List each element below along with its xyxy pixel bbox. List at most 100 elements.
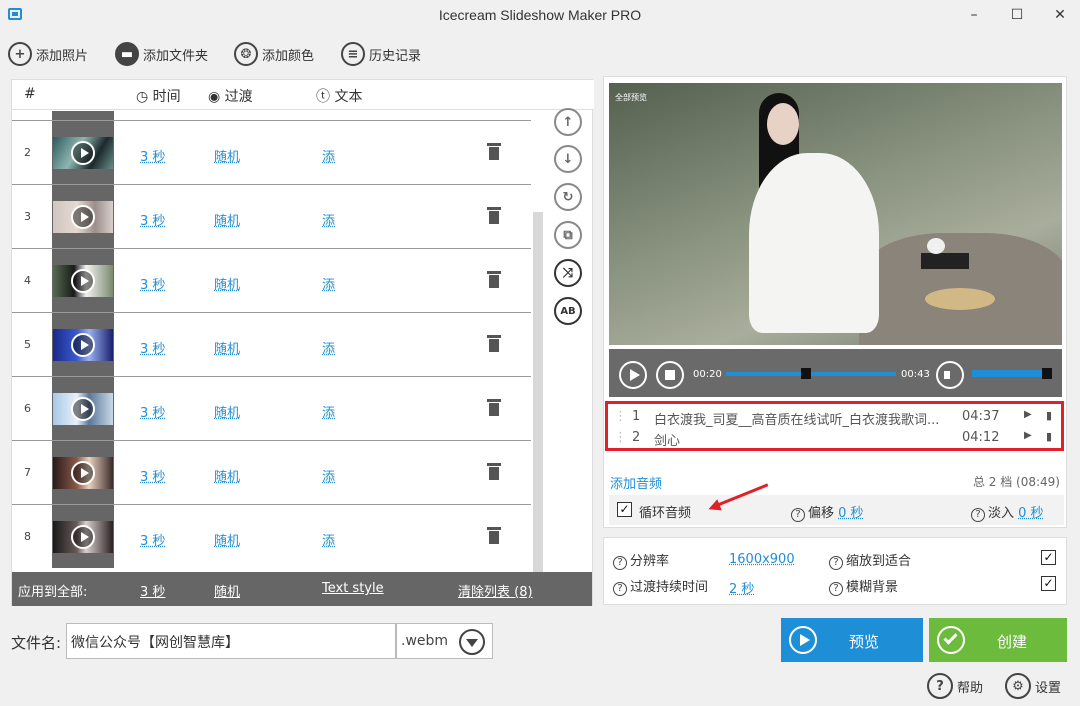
slide-row[interactable]: 8 3 秒 随机 添 — [12, 505, 531, 569]
slide-text-link[interactable]: 添 — [322, 402, 335, 421]
volume-handle[interactable] — [1042, 368, 1052, 379]
maximize-button[interactable]: ☐ — [1005, 5, 1029, 25]
minimize-button[interactable]: – — [962, 5, 986, 25]
slide-thumbnail[interactable] — [52, 121, 114, 184]
slide-row[interactable]: 3 3 秒 随机 添 — [12, 185, 531, 249]
fadein-value-link[interactable]: 0 秒 — [1018, 506, 1043, 521]
close-button[interactable]: ✕ — [1048, 5, 1072, 25]
slide-text-link[interactable]: 添 — [322, 274, 335, 293]
play-icon[interactable] — [71, 205, 95, 229]
slide-time-link[interactable]: 3 秒 — [140, 274, 165, 293]
drag-handle-icon[interactable]: ⋮ — [614, 430, 627, 445]
slide-text-link[interactable]: 添 — [322, 210, 335, 229]
slide-time-link[interactable]: 3 秒 — [140, 210, 165, 229]
slide-row[interactable]: 6 3 秒 随机 添 — [12, 377, 531, 441]
sort-ab-icon[interactable]: AB — [554, 297, 582, 325]
add-audio-link[interactable]: 添加音频 — [610, 473, 662, 492]
slide-thumbnail[interactable] — [52, 377, 114, 440]
slide-text-link[interactable]: 添 — [322, 146, 335, 165]
slide-time-link[interactable]: 3 秒 — [140, 338, 165, 357]
seek-handle[interactable] — [800, 368, 811, 379]
create-button[interactable]: 创建 — [929, 618, 1067, 662]
volume-icon[interactable] — [936, 361, 964, 389]
play-icon[interactable] — [71, 269, 95, 293]
play-icon[interactable] — [71, 141, 95, 165]
trash-icon[interactable] — [487, 399, 501, 417]
slide-text-link[interactable]: 添 — [322, 530, 335, 549]
fit-checkbox[interactable]: ✓ — [1041, 550, 1056, 565]
shuffle-icon[interactable]: ⤨ — [554, 259, 582, 287]
trash-icon[interactable] — [487, 463, 501, 481]
play-icon[interactable] — [619, 361, 647, 389]
move-up-icon[interactable]: ↑ — [554, 108, 582, 136]
blur-checkbox[interactable]: ✓ — [1041, 576, 1056, 591]
slide-text-link[interactable]: 添 — [322, 466, 335, 485]
filename-input[interactable]: 微信公众号【网创智慧库】 — [66, 623, 396, 659]
offset-value-link[interactable]: 0 秒 — [838, 506, 863, 521]
add-color-button[interactable]: ❂ 添加颜色 — [234, 40, 314, 68]
play-icon[interactable] — [71, 333, 95, 357]
slide-row[interactable]: 7 3 秒 随机 添 — [12, 441, 531, 505]
chevron-down-icon[interactable] — [459, 629, 485, 655]
transition-duration-link[interactable]: 2 秒 — [729, 578, 754, 597]
trash-icon[interactable] — [487, 143, 501, 161]
slide-time-link[interactable]: 3 秒 — [140, 146, 165, 165]
play-icon[interactable]: ▶ — [1024, 409, 1032, 420]
history-button[interactable]: ≡ 历史记录 — [341, 40, 421, 68]
loop-audio-checkbox[interactable]: ✓ — [617, 502, 632, 517]
slide-row[interactable]: 4 3 秒 随机 添 — [12, 249, 531, 313]
slide-transition-link[interactable]: 随机 — [214, 146, 240, 165]
slide-thumbnail[interactable] — [52, 441, 114, 504]
trash-icon[interactable] — [487, 271, 501, 289]
rotate-icon[interactable]: ↻ — [554, 183, 582, 211]
settings-button[interactable]: ⚙ 设置 — [1005, 673, 1061, 699]
clear-list-link[interactable]: 清除列表 (8) — [458, 581, 533, 600]
play-icon[interactable] — [71, 397, 95, 421]
help-icon[interactable]: ? — [613, 582, 627, 596]
format-select[interactable]: .webm — [396, 623, 493, 659]
trash-icon[interactable]: ▮ — [1046, 430, 1052, 443]
slide-time-link[interactable]: 3 秒 — [140, 466, 165, 485]
preview-button[interactable]: 预览 — [781, 618, 923, 662]
list-scrollbar[interactable] — [533, 212, 543, 572]
trash-icon[interactable]: ▮ — [1046, 409, 1052, 422]
slide-transition-link[interactable]: 随机 — [214, 210, 240, 229]
slide-time-link[interactable]: 3 秒 — [140, 402, 165, 421]
play-icon[interactable]: ▶ — [1024, 430, 1032, 441]
trash-icon[interactable] — [487, 207, 501, 225]
slide-transition-link[interactable]: 随机 — [214, 402, 240, 421]
duplicate-icon[interactable]: ⧉ — [554, 221, 582, 249]
help-icon[interactable]: ? — [613, 556, 627, 570]
help-icon[interactable]: ? — [829, 556, 843, 570]
text-style-link[interactable]: Text style — [322, 581, 384, 596]
slide-row[interactable]: 5 3 秒 随机 添 — [12, 313, 531, 377]
help-icon[interactable]: ? — [829, 582, 843, 596]
volume-slider[interactable] — [972, 368, 1052, 379]
slide-thumbnail[interactable] — [52, 313, 114, 376]
help-icon[interactable]: ? — [971, 508, 985, 522]
play-icon[interactable] — [71, 525, 95, 549]
play-icon[interactable] — [71, 461, 95, 485]
help-button[interactable]: ? 帮助 — [927, 673, 983, 699]
slide-thumbnail[interactable] — [52, 505, 114, 568]
help-icon[interactable]: ? — [791, 508, 805, 522]
slide-time-link[interactable]: 3 秒 — [140, 530, 165, 549]
move-down-icon[interactable]: ↓ — [554, 145, 582, 173]
slide-transition-link[interactable]: 随机 — [214, 466, 240, 485]
audio-track[interactable]: ⋮ 2 剑心 04:12 ▶ ▮ — [608, 428, 1061, 449]
drag-handle-icon[interactable]: ⋮ — [614, 409, 627, 424]
slide-row[interactable]: 2 3 秒 随机 添 — [12, 121, 531, 185]
apply-transition-link[interactable]: 随机 — [214, 581, 240, 600]
add-photo-button[interactable]: + 添加照片 — [8, 40, 88, 68]
slide-transition-link[interactable]: 随机 — [214, 338, 240, 357]
slide-transition-link[interactable]: 随机 — [214, 530, 240, 549]
slide-thumbnail[interactable] — [52, 249, 114, 312]
add-folder-button[interactable]: ▬ 添加文件夹 — [115, 40, 208, 68]
slide-thumbnail[interactable] — [52, 185, 114, 248]
stop-icon[interactable] — [656, 361, 684, 389]
slide-transition-link[interactable]: 随机 — [214, 274, 240, 293]
resolution-link[interactable]: 1600x900 — [729, 552, 795, 567]
audio-track[interactable]: ⋮ 1 白衣渡我_司夏__高音质在线试听_白衣渡我歌词... 04:37 ▶ ▮ — [608, 407, 1061, 428]
apply-time-link[interactable]: 3 秒 — [140, 581, 165, 600]
slide-text-link[interactable]: 添 — [322, 338, 335, 357]
